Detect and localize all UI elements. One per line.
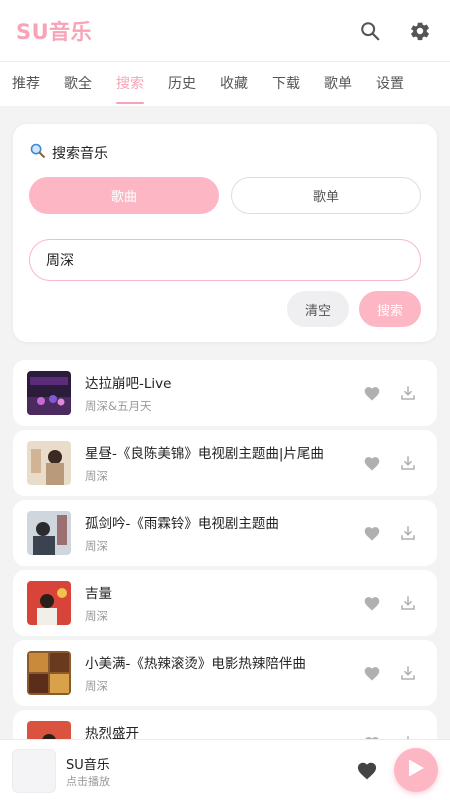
row-actions [363,454,417,472]
search-type-playlist-button[interactable]: 歌单 [231,177,421,214]
list-item[interactable]: 星昼-《良陈美锦》电视剧主题曲|片尾曲 周深 [13,430,437,496]
song-info: 孤剑吟-《雨霖铃》电视剧主题曲 周深 [85,512,363,554]
list-item[interactable]: 达拉崩吧-Live 周深&五月天 [13,360,437,426]
download-icon[interactable] [399,594,417,612]
search-icon[interactable] [358,19,382,43]
song-title: 吉量 [85,586,112,602]
song-artist: 周深 [85,469,108,483]
play-button[interactable] [394,748,438,792]
mini-player[interactable]: SU音乐 点击播放 [0,739,450,800]
tab-playlists[interactable]: 歌单 [324,62,352,106]
play-icon [407,758,425,782]
tab-favorites[interactable]: 收藏 [220,62,248,106]
list-item[interactable]: 孤剑吟-《雨霖铃》电视剧主题曲 周深 [13,500,437,566]
search-submit-button[interactable]: 搜索 [359,291,421,327]
download-icon[interactable] [399,384,417,402]
song-info: 星昼-《良陈美锦》电视剧主题曲|片尾曲 周深 [85,442,363,484]
song-cover [27,581,71,625]
search-input-wrapper [29,239,421,281]
clear-button[interactable]: 清空 [287,291,349,327]
download-icon[interactable] [399,454,417,472]
song-cover [27,651,71,695]
search-type-song-button[interactable]: 歌曲 [29,177,219,214]
heart-icon[interactable] [363,524,381,542]
song-artist: 周深 [85,609,108,623]
song-artist: 周深 [85,539,108,553]
song-title: 星昼-《良陈美锦》电视剧主题曲|片尾曲 [85,446,324,462]
song-artist: 周深 [85,679,108,693]
heart-icon[interactable] [363,454,381,472]
nav-tabs: 推荐 歌全 搜索 历史 收藏 下载 歌单 设置 [0,62,450,106]
magnifier-icon [29,142,46,163]
song-info: 小美满-《热辣滚烫》电影热辣陪伴曲 周深 [85,652,363,694]
tab-all-songs[interactable]: 歌全 [64,62,92,106]
heart-icon[interactable] [363,384,381,402]
heart-icon[interactable] [363,664,381,682]
header-actions [358,19,434,43]
song-title: 小美满-《热辣滚烫》电影热辣陪伴曲 [85,656,306,672]
list-item[interactable]: 吉量 周深 [13,570,437,636]
song-cover [27,511,71,555]
song-info: 达拉崩吧-Live 周深&五月天 [85,372,363,414]
app-header: SU音乐 [0,0,450,62]
tab-search[interactable]: 搜索 [116,62,144,106]
tab-settings[interactable]: 设置 [376,62,404,106]
row-actions [363,384,417,402]
tab-history[interactable]: 历史 [168,62,196,106]
tab-recommend[interactable]: 推荐 [12,62,40,106]
row-actions [363,524,417,542]
download-icon[interactable] [399,664,417,682]
search-title-label: 搜索音乐 [52,145,108,162]
download-icon[interactable] [399,524,417,542]
player-subtitle: 点击播放 [66,775,110,788]
heart-icon[interactable] [356,760,378,782]
list-item[interactable]: 小美满-《热辣滚烫》电影热辣陪伴曲 周深 [13,640,437,706]
tab-downloads[interactable]: 下载 [272,62,300,106]
song-cover [27,441,71,485]
song-title: 达拉崩吧-Live [85,376,172,392]
heart-icon[interactable] [363,594,381,612]
player-title: SU音乐 [66,758,110,773]
song-info: 吉量 周深 [85,582,363,624]
search-heading: 搜索音乐 [29,142,108,163]
search-input[interactable] [46,252,420,268]
song-cover [27,371,71,415]
song-artist: 周深&五月天 [85,399,152,413]
gear-icon[interactable] [408,19,432,43]
row-actions [363,594,417,612]
player-cover [12,749,56,793]
app-title: SU音乐 [16,19,93,44]
row-actions [363,664,417,682]
song-title: 孤剑吟-《雨霖铃》电视剧主题曲 [85,516,279,532]
search-card: 搜索音乐 歌曲 歌单 清空 搜索 [13,124,437,342]
